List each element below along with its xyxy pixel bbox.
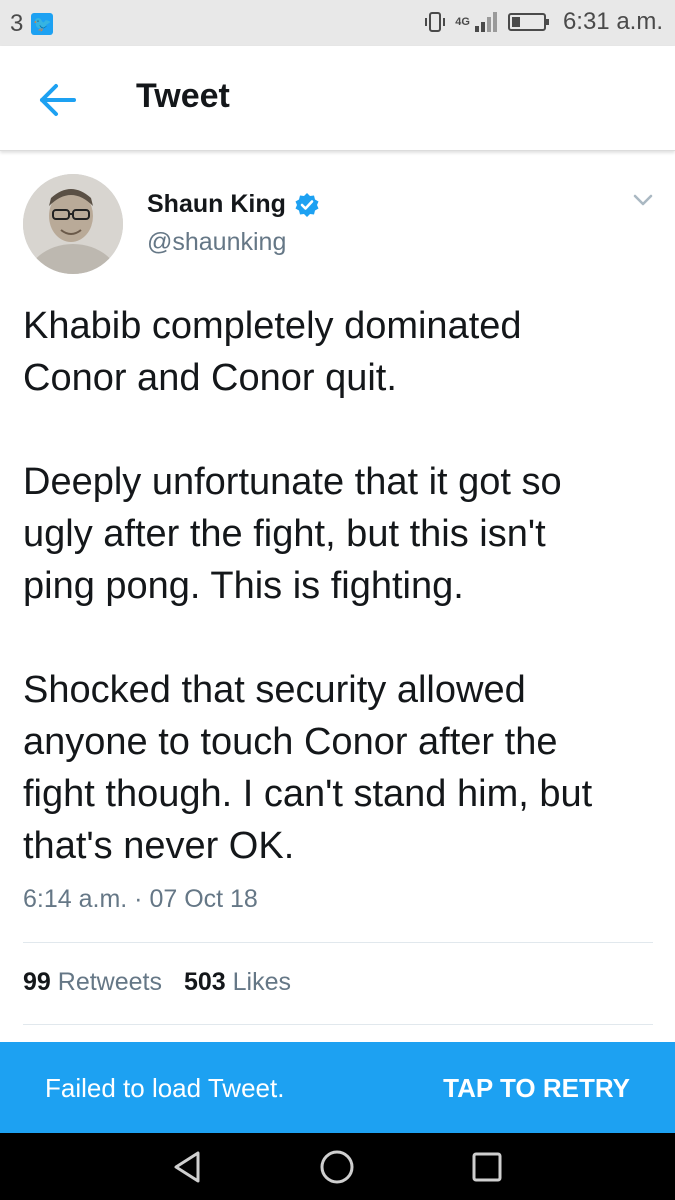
author-name-row[interactable]: Shaun King (147, 190, 320, 219)
back-triangle-icon[interactable] (170, 1149, 206, 1185)
author-handle[interactable]: @shaunking (147, 228, 286, 257)
page-title: Tweet (136, 77, 230, 115)
engagement-stats: 99 Retweets 503 Likes (23, 968, 313, 997)
retry-button[interactable]: TAP TO RETRY (443, 1073, 630, 1104)
notification-count: 3 (10, 10, 24, 37)
likes-count: 503 (183, 968, 226, 996)
recents-square-icon[interactable] (469, 1149, 505, 1185)
signal-icon (474, 12, 497, 32)
notification-area: 3 🐦 (10, 10, 54, 38)
verified-badge-icon (295, 192, 319, 217)
system-indicators: 4G 6:31 a.m. (423, 8, 663, 36)
retweets-label: Retweets (57, 968, 162, 996)
network-type: 4G (455, 16, 470, 28)
twitter-bird-icon: 🐦 (31, 13, 54, 35)
clock: 6:31 a.m. (562, 8, 663, 35)
status-bar: 3 🐦 4G 6:31 a.m. (0, 0, 675, 46)
vibrate-icon (425, 12, 446, 32)
likes-stat[interactable]: 503 Likes (184, 968, 291, 997)
avatar-image (23, 174, 123, 274)
system-nav-bar (0, 1133, 675, 1200)
divider (23, 942, 653, 943)
home-circle-icon[interactable] (319, 1149, 355, 1185)
app-bar: Tweet (0, 46, 675, 151)
retweets-stat[interactable]: 99 Retweets (23, 968, 162, 997)
chevron-down-icon[interactable] (630, 190, 656, 210)
retweets-count: 99 (23, 968, 51, 996)
error-snackbar: Failed to load Tweet. TAP TO RETRY (0, 1042, 675, 1133)
likes-label: Likes (232, 968, 292, 996)
battery-icon (507, 13, 549, 31)
tweet-timestamp: 6:14 a.m. · 07 Oct 18 (23, 885, 258, 913)
author-name[interactable]: Shaun King (147, 190, 286, 219)
divider (23, 1024, 653, 1025)
snackbar-message: Failed to load Tweet. (45, 1073, 285, 1103)
arrow-left-icon[interactable] (36, 82, 78, 118)
tweet-text: Khabib completely dominated Conor and Co… (23, 305, 593, 867)
avatar[interactable] (23, 174, 123, 274)
